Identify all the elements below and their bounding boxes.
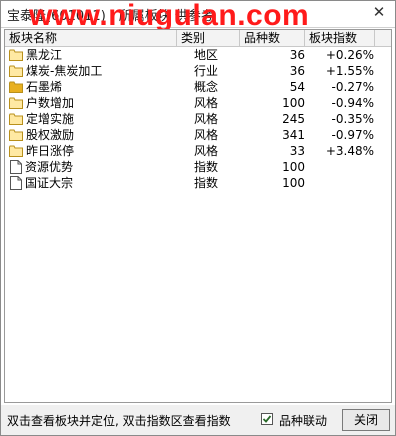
- sector-name-text: 股权激励: [26, 128, 75, 142]
- sector-name-text: 资源优势: [25, 160, 74, 174]
- stock-count-cell: 341: [282, 128, 305, 142]
- sector-index-cell: -0.97%: [331, 128, 374, 142]
- sector-name-cell: 煤炭-焦炭加工: [9, 63, 175, 79]
- folder-icon: [9, 129, 23, 141]
- table-row[interactable]: 煤炭-焦炭加工 行业 36 +1.55%: [5, 63, 391, 79]
- dialog-window: 宝泰隆(601011) - 所属板块 供参考 www.niugulan.com …: [0, 0, 396, 436]
- folder-icon: [9, 113, 23, 125]
- sector-index-cell: [310, 175, 380, 191]
- title-bar[interactable]: 宝泰隆(601011) - 所属板块 供参考 www.niugulan.com …: [1, 0, 395, 32]
- table-header: 板块名称 类别 品种数 板块指数: [5, 30, 391, 47]
- sector-name-cell: 石墨烯: [9, 79, 175, 95]
- folder-filled-icon: [9, 81, 23, 93]
- stock-count-cell: 100: [282, 96, 305, 110]
- sector-type-cell: 风格: [194, 96, 219, 110]
- linkage-checkbox-label[interactable]: 品种联动: [279, 412, 327, 429]
- stock-count-cell: 245: [282, 112, 305, 126]
- table-row[interactable]: 资源优势 指数 100: [5, 159, 391, 175]
- checkmark-icon: [262, 415, 272, 423]
- document-icon: [10, 176, 22, 190]
- sector-name-cell: 户数增加: [9, 95, 175, 111]
- close-icon[interactable]: ✕: [371, 4, 387, 20]
- stock-count-cell: 36: [289, 64, 305, 78]
- stock-count-cell: 100: [282, 176, 305, 190]
- sector-index-cell: +0.26%: [325, 48, 374, 62]
- sector-index-cell: +3.48%: [325, 144, 374, 158]
- column-header-name[interactable]: 板块名称: [5, 30, 177, 46]
- table-row[interactable]: 户数增加 风格 100 -0.94%: [5, 95, 391, 111]
- sector-name-cell: 股权激励: [9, 127, 175, 143]
- sector-type-cell: 风格: [194, 144, 219, 158]
- sector-type-cell: 概念: [194, 80, 219, 94]
- sector-type-cell: 指数: [194, 176, 219, 190]
- sector-type-cell: 地区: [194, 48, 219, 62]
- sector-index-cell: +1.55%: [325, 64, 374, 78]
- table-row[interactable]: 石墨烯 概念 54 -0.27%: [5, 79, 391, 95]
- stock-count-cell: 33: [289, 144, 305, 158]
- sector-name-text: 石墨烯: [26, 80, 63, 94]
- sector-type-cell: 行业: [194, 64, 219, 78]
- sector-type-cell: 风格: [194, 128, 219, 142]
- sector-name-cell: 定增实施: [9, 111, 175, 127]
- folder-icon: [9, 65, 23, 77]
- stock-count-cell: 36: [289, 48, 305, 62]
- sector-name-cell: 资源优势: [9, 159, 175, 175]
- stock-count-cell: 54: [289, 80, 305, 94]
- sector-name-text: 国证大宗: [25, 176, 74, 190]
- stock-count-cell: 100: [282, 160, 305, 174]
- table-row[interactable]: 昨日涨停 风格 33 +3.48%: [5, 143, 391, 159]
- document-icon: [10, 160, 22, 174]
- close-button[interactable]: 关闭: [342, 409, 390, 431]
- folder-icon: [9, 97, 23, 109]
- sector-index-cell: -0.35%: [331, 112, 374, 126]
- table-row[interactable]: 国证大宗 指数 100: [5, 175, 391, 191]
- sector-name-text: 黑龙江: [26, 48, 63, 62]
- sector-name-text: 煤炭-焦炭加工: [26, 64, 103, 78]
- table-row[interactable]: 定增实施 风格 245 -0.35%: [5, 111, 391, 127]
- sector-index-cell: [310, 159, 380, 175]
- status-bar: 双击查看板块并定位, 双击指数区查看指数 品种联动 关闭: [1, 405, 395, 435]
- sector-name-text: 昨日涨停: [26, 144, 75, 158]
- sector-name-cell: 黑龙江: [9, 47, 175, 63]
- folder-icon: [9, 49, 23, 61]
- sector-name-cell: 国证大宗: [9, 175, 175, 191]
- column-header-count[interactable]: 品种数: [240, 30, 305, 46]
- linkage-checkbox[interactable]: [261, 413, 273, 425]
- folder-icon: [9, 145, 23, 157]
- sector-type-cell: 指数: [194, 160, 219, 174]
- sector-name-cell: 昨日涨停: [9, 143, 175, 159]
- sector-name-text: 户数增加: [26, 96, 75, 110]
- sector-type-cell: 风格: [194, 112, 219, 126]
- column-header-index[interactable]: 板块指数: [305, 30, 375, 46]
- column-header-type[interactable]: 类别: [177, 30, 240, 46]
- sector-index-cell: -0.94%: [331, 96, 374, 110]
- sector-name-text: 定增实施: [26, 112, 75, 126]
- table-row[interactable]: 黑龙江 地区 36 +0.26%: [5, 47, 391, 63]
- table-row[interactable]: 股权激励 风格 341 -0.97%: [5, 127, 391, 143]
- sector-index-cell: -0.27%: [331, 80, 374, 94]
- sector-table[interactable]: 板块名称 类别 品种数 板块指数 黑龙江 地区 36 +0.26% 煤炭-焦炭加工 行业…: [4, 29, 392, 403]
- hint-text: 双击查看板块并定位, 双击指数区查看指数: [7, 414, 231, 428]
